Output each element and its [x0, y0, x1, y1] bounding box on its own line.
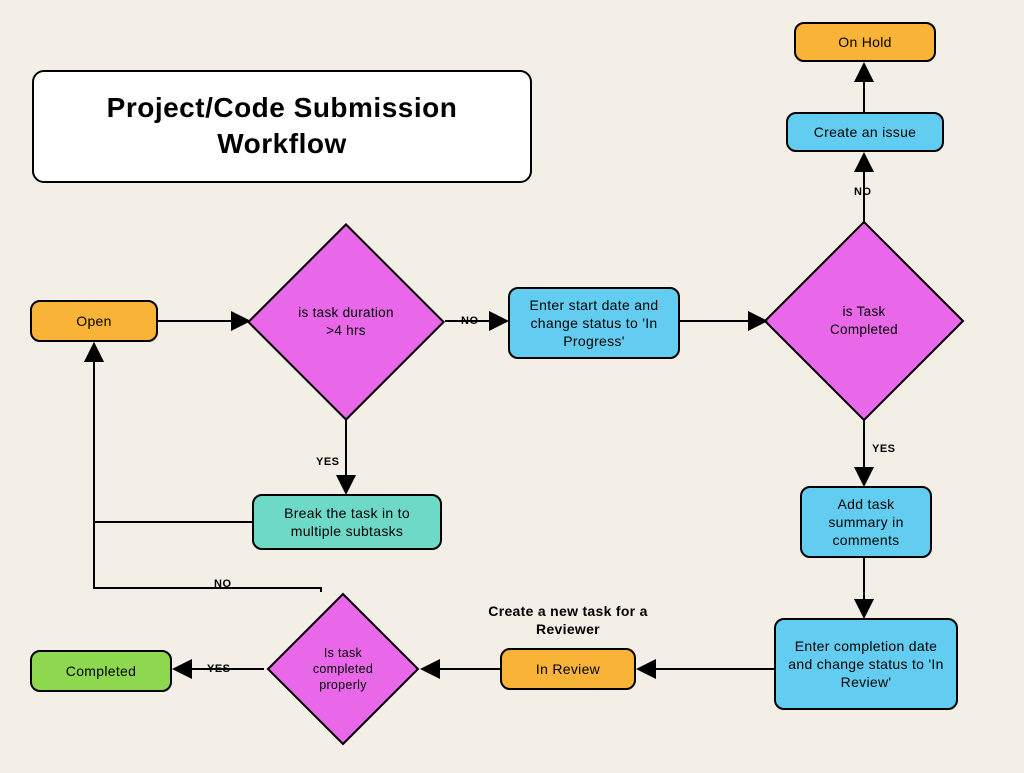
decision-task-completed: is Task Completed [764, 221, 965, 422]
node-add-summary: Add task summary in comments [800, 486, 932, 558]
decision-duration: is task duration >4 hrs [247, 223, 445, 421]
node-enter-completion: Enter completion date and change status … [774, 618, 958, 710]
decision-completed-properly: Is task completed properly [267, 593, 420, 746]
decision-duration-label: is task duration >4 hrs [278, 254, 414, 390]
edge-label-no-1: NO [461, 315, 479, 327]
node-on-hold: On Hold [794, 22, 936, 62]
node-in-review: In Review [500, 648, 636, 690]
node-completed: Completed [30, 650, 172, 692]
decision-completed-properly-label: Is task completed properly [291, 617, 395, 721]
decision-task-completed-label: is Task Completed [795, 252, 933, 390]
node-break-subtasks: Break the task in to multiple subtasks [252, 494, 442, 550]
node-open: Open [30, 300, 158, 342]
edge-label-yes-1: YES [316, 456, 340, 468]
edge-label-no-2: NO [854, 186, 872, 198]
label-reviewer-note: Create a new task for a Reviewer [482, 602, 654, 638]
edge-label-yes-3: YES [207, 663, 231, 675]
node-create-issue: Create an issue [786, 112, 944, 152]
edge-label-no-3: NO [214, 578, 232, 590]
edge-label-yes-2: YES [872, 443, 896, 455]
diagram-title: Project/Code Submission Workflow [32, 70, 532, 183]
node-enter-start: Enter start date and change status to 'I… [508, 287, 680, 359]
